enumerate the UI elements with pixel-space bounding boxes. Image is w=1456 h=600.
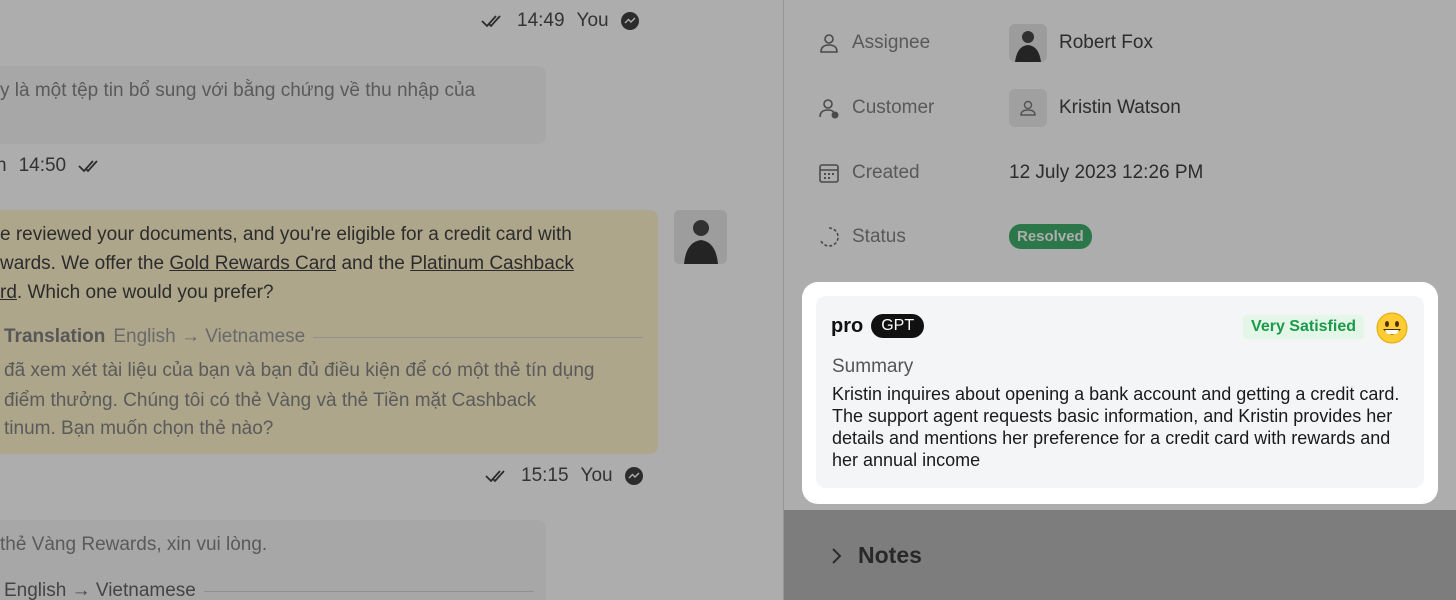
chat-pane: 14:49 You y là một tệp tin bổ sung với b… xyxy=(0,0,784,600)
double-check-icon xyxy=(485,470,505,483)
user-icon xyxy=(820,34,838,53)
divider xyxy=(203,590,534,592)
message-author: You xyxy=(580,465,613,486)
translation-languages: English → Vietnamese xyxy=(113,326,306,347)
pro-gpt-logo: pro GPT xyxy=(831,314,925,338)
message-text: wards. We offer the xyxy=(0,253,170,274)
messenger-icon xyxy=(620,12,639,30)
message-line: e reviewed your documents, and you're el… xyxy=(0,224,572,245)
customer-icon xyxy=(819,99,839,119)
property-created: Created xyxy=(818,162,920,184)
avatar xyxy=(1009,24,1047,62)
property-customer: Customer xyxy=(818,97,934,119)
message-text: thẻ Vàng Rewards, xin vui lòng. xyxy=(0,534,268,555)
message-author: n xyxy=(0,155,7,176)
created-value: 12 July 2023 12:26 PM xyxy=(1009,162,1204,183)
message-author: You xyxy=(576,10,609,31)
translation-line: đã xem xét tài liệu của bạn và bạn đủ đi… xyxy=(4,360,595,381)
property-assignee: Assignee xyxy=(818,32,930,54)
message-meta-bottom: 15:15 You xyxy=(485,465,643,487)
status-progress-icon xyxy=(820,227,839,247)
translation-line: điểm thưởng. Chúng tôi có thẻ Vàng và th… xyxy=(4,390,537,411)
message-time: 14:50 xyxy=(18,155,67,176)
message-line: rd. Which one would you prefer? xyxy=(0,278,274,307)
user-icon xyxy=(1009,89,1047,127)
link-platinum-cashback-card[interactable]: rd xyxy=(0,282,17,303)
link-gold-rewards-card[interactable]: Gold Rewards Card xyxy=(169,253,336,274)
avatar xyxy=(674,210,727,264)
grinning-face-icon xyxy=(1376,312,1408,344)
status-value[interactable]: Resolved xyxy=(1009,224,1092,249)
summary-card-highlight: pro GPT Very Satisfied Summary Kristin i… xyxy=(802,282,1438,504)
summary-title: Summary xyxy=(832,356,914,377)
brand-gpt-badge: GPT xyxy=(871,314,925,338)
message-text: . Which one would you prefer? xyxy=(16,282,274,303)
message-meta-top: 14:49 You xyxy=(481,10,639,32)
translation-header: English → Vietnamese xyxy=(4,580,534,600)
message-time: 14:49 xyxy=(517,10,565,31)
assignee-value[interactable]: Robert Fox xyxy=(1009,24,1153,62)
divider xyxy=(313,336,644,338)
property-label: Customer xyxy=(852,97,935,118)
message-text: y là một tệp tin bổ sung với bằng chứng … xyxy=(0,80,476,101)
translation-line: tinum. Bạn muốn chọn thẻ nào? xyxy=(4,418,274,439)
property-label: Assignee xyxy=(852,32,931,53)
messenger-icon xyxy=(624,467,643,485)
property-status: Status xyxy=(818,226,906,248)
property-label: Status xyxy=(852,226,906,247)
message-text: and the xyxy=(336,253,411,274)
customer-name: Kristin Watson xyxy=(1059,97,1181,118)
customer-value[interactable]: Kristin Watson xyxy=(1009,89,1181,127)
message-bubble-customer: y là một tệp tin bổ sung với bằng chứng … xyxy=(0,66,546,144)
double-check-icon xyxy=(78,160,98,173)
message-bubble-agent: e reviewed your documents, and you're el… xyxy=(0,210,658,454)
assignee-name: Robert Fox xyxy=(1059,32,1153,53)
double-check-icon xyxy=(481,15,501,28)
translation-languages: English → Vietnamese xyxy=(4,580,196,600)
brand-pro: pro xyxy=(831,314,864,337)
message-meta-mid: n 14:50 xyxy=(0,155,102,177)
sentiment-badge: Very Satisfied xyxy=(1243,315,1364,339)
status-badge: Resolved xyxy=(1009,224,1092,249)
property-label: Created xyxy=(852,162,920,183)
summary-card: pro GPT Very Satisfied Summary Kristin i… xyxy=(816,296,1424,488)
translation-label: Translation xyxy=(4,326,106,347)
dim-overlay-notes xyxy=(784,510,1456,600)
summary-body: Kristin inquires about opening a bank ac… xyxy=(832,384,1400,470)
message-line: wards. We offer the Gold Rewards Card an… xyxy=(0,249,574,278)
message-time: 15:15 xyxy=(521,465,569,486)
translation-header: Translation English → Vietnamese xyxy=(4,326,644,348)
message-bubble-customer: thẻ Vàng Rewards, xin vui lòng. English … xyxy=(0,520,546,600)
link-platinum-cashback[interactable]: Platinum Cashback xyxy=(410,253,574,274)
calendar-icon xyxy=(819,164,839,183)
